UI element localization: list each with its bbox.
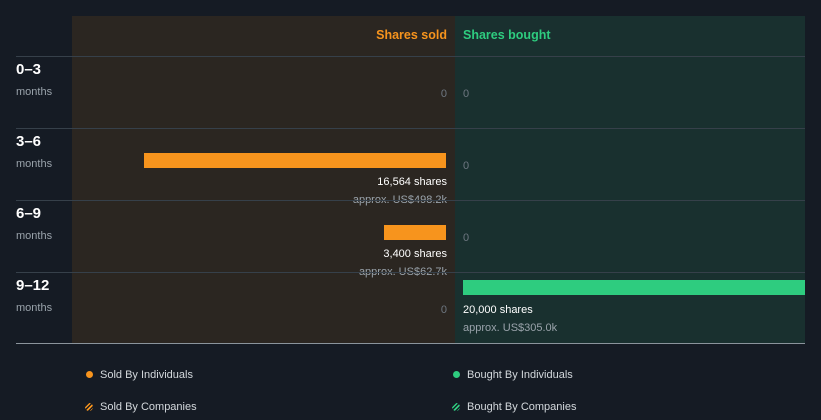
- shares-bought-header: Shares bought: [463, 28, 551, 42]
- row-separator: [16, 200, 805, 201]
- sold-bar: [384, 225, 446, 240]
- row-separator: [16, 128, 805, 129]
- period-unit-label: months: [16, 230, 53, 242]
- shares-sold-header: Shares sold: [376, 28, 447, 42]
- bought-zero-label: 0: [463, 232, 470, 244]
- sold-bar: [144, 153, 446, 168]
- period-label: 6–9: [16, 205, 42, 222]
- period-label: 0–3: [16, 61, 42, 78]
- legend-label: Sold By Companies: [100, 401, 197, 413]
- period-label: 3–6: [16, 133, 42, 150]
- row-separator: [16, 272, 805, 273]
- sold-zero-label: 0: [440, 88, 447, 100]
- legend-label: Sold By Individuals: [100, 369, 193, 381]
- sold-shares-label: 16,564 shares: [377, 176, 447, 188]
- legend-hatched-swatch: [452, 403, 460, 411]
- row-separator: [16, 56, 805, 57]
- legend-hatched-swatch: [85, 403, 93, 411]
- legend-label: Bought By Individuals: [467, 369, 573, 381]
- bought-value-label: approx. US$305.0k: [463, 322, 558, 334]
- period-label: 9–12: [16, 277, 50, 294]
- sold-zero-label: 0: [440, 304, 447, 316]
- bought-zero-label: 0: [463, 88, 470, 100]
- sold-shares-label: 3,400 shares: [383, 248, 447, 260]
- bought-shares-label: 20,000 shares: [463, 304, 533, 316]
- legend-solid-swatch: [86, 371, 93, 378]
- bought-zero-label: 0: [463, 160, 470, 172]
- legend-label: Bought By Companies: [467, 401, 577, 413]
- period-unit-label: months: [16, 158, 53, 170]
- period-unit-label: months: [16, 86, 53, 98]
- legend-solid-swatch: [453, 371, 460, 378]
- bought-bar: [463, 280, 805, 295]
- period-unit-label: months: [16, 302, 53, 314]
- chart-baseline: [16, 343, 805, 344]
